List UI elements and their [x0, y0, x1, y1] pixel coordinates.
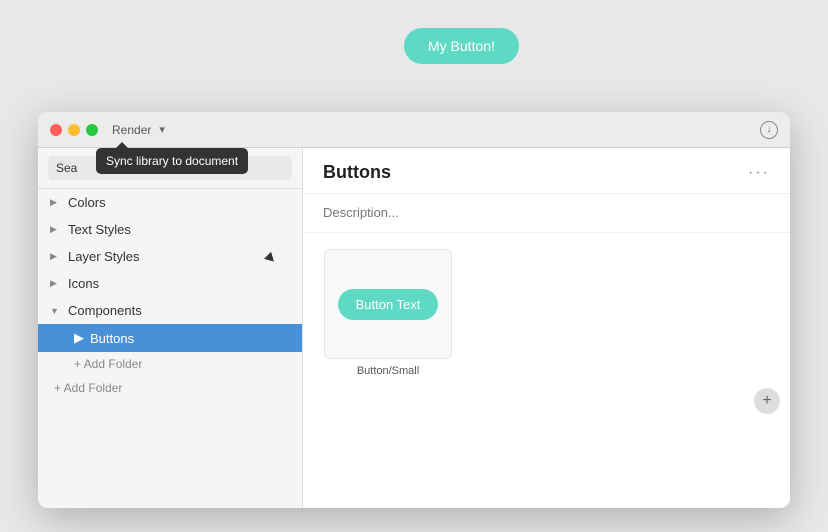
chevron-icon: ▼ — [50, 306, 62, 316]
floating-my-button[interactable]: My Button! — [404, 28, 519, 64]
chevron-icon: ▶ — [50, 197, 62, 208]
sidebar-item-components[interactable]: ▼ Components — [38, 297, 302, 324]
add-folder-root[interactable]: + Add Folder — [38, 376, 302, 400]
download-icon: ↓ — [767, 124, 772, 135]
sidebar-item-colors[interactable]: ▶ Colors — [38, 189, 302, 216]
minimize-button[interactable] — [68, 124, 80, 136]
traffic-lights — [50, 124, 98, 136]
title-chevron: ▾ — [159, 123, 165, 136]
preview-button[interactable]: Button Text — [338, 289, 439, 320]
sidebar-item-text-styles[interactable]: ▶ Text Styles — [38, 216, 302, 243]
sidebar-item-label: Icons — [68, 276, 99, 291]
sidebar-item-label: Components — [68, 303, 142, 318]
description-input[interactable] — [323, 205, 770, 220]
download-button[interactable]: ↓ — [760, 121, 778, 139]
chevron-icon: ▶ — [50, 251, 62, 262]
component-preview: Button Text — [324, 249, 452, 359]
sidebar-sub-item-buttons[interactable]: ▶ Buttons — [38, 324, 302, 352]
chevron-right-icon: ▶ — [74, 330, 84, 346]
add-folder-sub[interactable]: + Add Folder — [38, 352, 302, 376]
maximize-button[interactable] — [86, 124, 98, 136]
description-area — [303, 194, 790, 233]
add-folder-sub-label: + Add Folder — [74, 357, 142, 371]
add-component-button[interactable]: + — [754, 388, 780, 414]
sidebar-item-label: Colors — [68, 195, 106, 210]
main-panel: Buttons ··· Button Text Button/Small — [303, 148, 790, 508]
panel-title: Buttons — [323, 162, 391, 183]
title-bar: Render ▾ ↓ — [38, 112, 790, 148]
main-window: Render ▾ ↓ ▶ Colors ▶ Text Styles — [38, 112, 790, 508]
search-container — [38, 148, 302, 189]
more-options-button[interactable]: ··· — [748, 164, 770, 182]
sidebar-item-layer-styles[interactable]: ▶ Layer Styles — [38, 243, 302, 270]
components-grid: Button Text Button/Small — [303, 233, 790, 508]
sidebar-item-icons[interactable]: ▶ Icons — [38, 270, 302, 297]
main-header: Buttons ··· — [303, 148, 790, 194]
sidebar: ▶ Colors ▶ Text Styles ▶ Layer Styles ▶ … — [38, 148, 303, 508]
sidebar-item-label: Text Styles — [68, 222, 131, 237]
chevron-icon: ▶ — [50, 224, 62, 235]
component-caption: Button/Small — [357, 365, 419, 377]
close-button[interactable] — [50, 124, 62, 136]
content-area: ▶ Colors ▶ Text Styles ▶ Layer Styles ▶ … — [38, 148, 790, 508]
search-input[interactable] — [48, 156, 292, 180]
window-title: Render — [112, 123, 151, 137]
sidebar-sub-item-label: Buttons — [90, 331, 134, 346]
sidebar-item-label: Layer Styles — [68, 249, 140, 264]
add-folder-root-label: + Add Folder — [54, 381, 122, 395]
component-card-button-small: Button Text Button/Small — [323, 249, 453, 377]
chevron-icon: ▶ — [50, 278, 62, 289]
